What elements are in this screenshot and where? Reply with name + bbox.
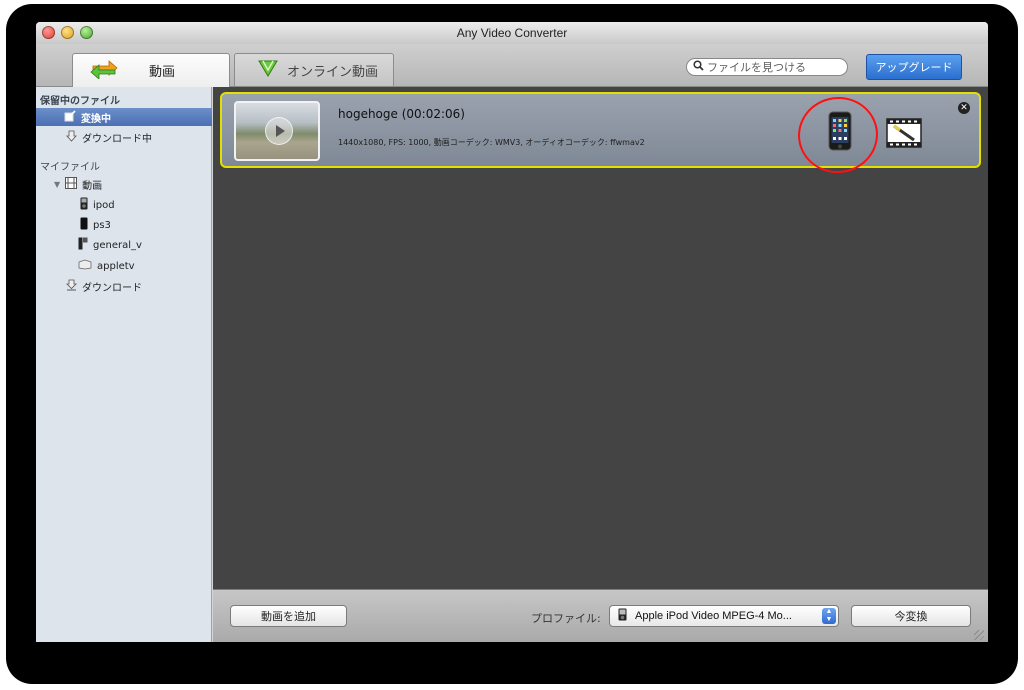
upgrade-button[interactable]: アップグレード xyxy=(866,54,962,80)
red-annotation-circle xyxy=(793,91,883,179)
tab-video[interactable]: 動画 xyxy=(72,53,230,87)
sidebar-item-download[interactable]: ダウンロード xyxy=(66,277,142,295)
profile-value: Apple iPod Video MPEG-4 Mo... xyxy=(635,610,792,622)
resize-grip[interactable] xyxy=(974,630,984,640)
sidebar-item-appletv[interactable]: appletv xyxy=(78,257,135,275)
film-icon xyxy=(65,176,78,192)
profile-label: プロファイル: xyxy=(531,612,601,625)
video-edit-icon[interactable] xyxy=(886,118,922,152)
my-files-heading: マイファイル xyxy=(40,162,100,173)
stepper-arrows-icon[interactable]: ▲ ▼ xyxy=(822,608,836,624)
convert-arrows-icon xyxy=(89,59,119,83)
ps3-icon xyxy=(80,217,88,233)
play-icon[interactable] xyxy=(265,117,293,145)
queue-item[interactable]: hogehoge (00:02:06) 1440x1080, FPS: 1000… xyxy=(220,91,981,179)
convert-now-button[interactable]: 今変換 xyxy=(851,605,971,627)
close-icon[interactable]: ✕ xyxy=(958,102,970,114)
download-arrow-icon xyxy=(257,58,279,82)
search-icon xyxy=(693,60,704,74)
bottom-bar: 動画を追加 プロファイル: Apple iPod Video MPEG-4 Mo… xyxy=(213,589,988,642)
appletv-icon xyxy=(78,259,92,273)
add-video-button[interactable]: 動画を追加 xyxy=(230,605,347,627)
sidebar-item-label: 動画 xyxy=(82,180,103,192)
sidebar-item-label: ipod xyxy=(93,199,115,211)
sidebar-item-ipod[interactable]: ipod xyxy=(80,196,115,214)
tab-video-label: 動画 xyxy=(149,65,176,80)
download-icon xyxy=(66,279,77,294)
app-window: Any Video Converter 動画 オンライン動画 ファイルを見つける… xyxy=(36,22,988,642)
tab-online-video[interactable]: オンライン動画 xyxy=(234,53,394,86)
title-bar: Any Video Converter xyxy=(36,22,988,44)
sidebar: 保留中のファイル 変換中 ダウンロード中 マイファイル ▼ 動画 ipod ps… xyxy=(36,87,212,642)
video-title: hogehoge (00:02:06) xyxy=(338,107,465,121)
sidebar-item-label: 変換中 xyxy=(81,113,111,125)
sidebar-item-label: ダウンロード xyxy=(82,282,142,294)
tab-online-video-label: オンライン動画 xyxy=(287,64,379,80)
video-thumbnail[interactable] xyxy=(234,101,320,161)
disclosure-triangle-icon[interactable]: ▼ xyxy=(54,180,60,189)
sidebar-item-label: ダウンロード中 xyxy=(82,133,152,145)
sidebar-item-label: ps3 xyxy=(93,219,111,231)
ipod-icon xyxy=(618,608,627,624)
window-title: Any Video Converter xyxy=(456,26,568,40)
toolbar: 動画 オンライン動画 アップグレード xyxy=(36,44,988,87)
sidebar-item-converting[interactable]: 変換中 xyxy=(36,108,212,126)
profile-select[interactable]: Apple iPod Video MPEG-4 Mo... ▲ ▼ xyxy=(609,605,839,627)
sidebar-item-label: appletv xyxy=(97,260,135,272)
sidebar-item-downloading[interactable]: ダウンロード中 xyxy=(66,128,152,146)
sidebar-item-label: general_v xyxy=(93,239,142,251)
conversion-queue: hogehoge (00:02:06) 1440x1080, FPS: 1000… xyxy=(213,87,988,589)
search-input[interactable] xyxy=(704,60,837,74)
download-icon xyxy=(66,130,77,145)
sidebar-item-general-v[interactable]: general_v xyxy=(78,236,142,254)
general-video-icon xyxy=(78,237,88,253)
convert-icon xyxy=(64,109,76,125)
search-field[interactable] xyxy=(686,58,848,76)
video-info: 1440x1080, FPS: 1000, 動画コーデック: WMV3, オーデ… xyxy=(338,138,645,147)
pending-files-heading: 保留中のファイル xyxy=(40,96,120,107)
ipod-icon xyxy=(80,197,88,213)
sidebar-item-videos[interactable]: ▼ 動画 xyxy=(54,175,102,193)
sidebar-item-ps3[interactable]: ps3 xyxy=(80,216,111,234)
